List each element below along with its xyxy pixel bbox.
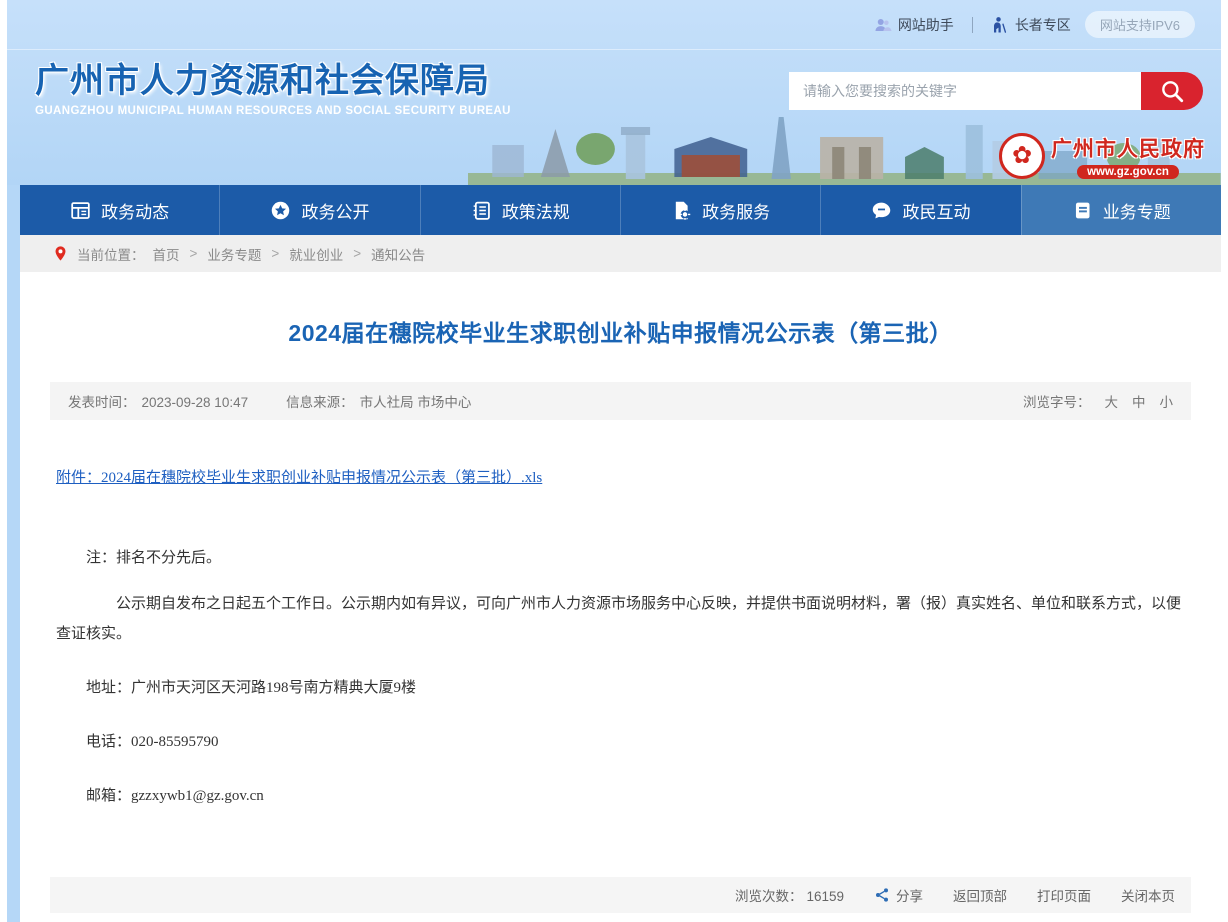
breadcrumb: 当前位置： 首页 > 业务专题 > 就业创业 > 通知公告 (20, 235, 1221, 272)
page: 网站助手 长者专区 网站支持IPV6 广州市人力资源和社会保障局 GUANGZH… (7, 0, 1221, 922)
close-page-button[interactable]: 关闭本页 (1121, 885, 1175, 905)
email-line: 邮箱：gzzxywb1@gz.gov.cn (56, 781, 1185, 811)
print-page-button[interactable]: 打印页面 (1037, 885, 1091, 905)
breadcrumb-jiuye-chuangye[interactable]: 就业创业 (289, 244, 343, 264)
article-footer-bar: 浏览次数：16159 分享 返回顶部 打印页面 关闭本页 (50, 877, 1191, 913)
nav-item-zhengwu-gongkai[interactable]: 政务公开 (219, 185, 419, 235)
nav-item-zhengwu-dongtai[interactable]: 政务动态 (20, 185, 219, 235)
nav-label: 政策法规 (502, 198, 570, 223)
attachment-row: 附件：2024届在穗院校毕业生求职创业补贴申报情况公示表（第三批）.xls (56, 466, 1185, 487)
search-box (789, 72, 1203, 110)
back-to-top-button[interactable]: 返回顶部 (953, 885, 1007, 905)
star-circle-icon (270, 200, 291, 221)
page-title: 2024届在穗院校毕业生求职创业补贴申报情况公示表（第三批） (20, 314, 1221, 348)
elder-person-icon (991, 16, 1009, 34)
main-paragraph: 公示期自发布之日起五个工作日。公示期内如有异议，可向广州市人力资源市场服务中心反… (56, 589, 1185, 649)
nav-label: 政务动态 (101, 198, 169, 223)
chat-bubble-icon (871, 200, 892, 221)
article-meta-left: 发表时间： 2023-09-28 10:47 信息来源： 市人社局 市场中心 (68, 391, 477, 411)
back-to-top-label: 返回顶部 (953, 885, 1007, 905)
law-book-icon (471, 200, 492, 221)
breadcrumb-home[interactable]: 首页 (153, 244, 180, 264)
search-icon (1159, 78, 1185, 104)
location-pin-icon (52, 245, 69, 262)
share-button[interactable]: 分享 (874, 885, 923, 905)
breadcrumb-label: 当前位置： (77, 244, 145, 264)
phone-line: 电话：020-85595790 (56, 727, 1185, 757)
gov-portal-title: 广州市人民政府 (1051, 133, 1205, 163)
site-subtitle: GUANGZHOU MUNICIPAL HUMAN RESOURCES AND … (35, 105, 511, 117)
nav-label: 政民互动 (902, 198, 970, 223)
publish-time-label: 发表时间： (68, 395, 136, 410)
breadcrumb-separator: > (353, 246, 361, 261)
main-container: 政务动态 政务公开 政策法规 政务服务 政民互动 业务专题 (20, 185, 1221, 922)
primary-nav: 政务动态 政务公开 政策法规 政务服务 政民互动 业务专题 (20, 185, 1221, 235)
font-size-controls: 浏览字号： 大 中 小 (1023, 391, 1173, 411)
font-size-small-button[interactable]: 小 (1160, 391, 1174, 411)
view-count-value: 16159 (806, 889, 844, 904)
nav-label: 政务公开 (301, 198, 369, 223)
nav-label: 政务服务 (702, 198, 770, 223)
site-assistant-link[interactable]: 网站助手 (874, 15, 954, 35)
gov-emblem-icon: ✿ (999, 133, 1045, 179)
gov-logo-texts: 广州市人民政府 www.gz.gov.cn (1051, 133, 1205, 179)
close-page-label: 关闭本页 (1121, 885, 1175, 905)
font-size-large-button[interactable]: 大 (1105, 391, 1119, 411)
note-paragraph: 注：排名不分先后。 (56, 543, 1185, 573)
gov-portal-url: www.gz.gov.cn (1077, 165, 1179, 179)
journal-icon (1072, 200, 1093, 221)
site-title: 广州市人力资源和社会保障局 (35, 62, 511, 101)
site-logo[interactable]: 广州市人力资源和社会保障局 GUANGZHOU MUNICIPAL HUMAN … (35, 62, 511, 117)
nav-item-zhengce-fagui[interactable]: 政策法规 (420, 185, 620, 235)
share-icon (874, 887, 890, 903)
breadcrumb-separator: > (190, 246, 198, 261)
gov-portal-logo[interactable]: ✿ 广州市人民政府 www.gz.gov.cn (999, 133, 1205, 179)
view-count-label: 浏览次数： (735, 889, 803, 904)
font-size-label: 浏览字号： (1023, 391, 1091, 411)
elder-zone-label: 长者专区 (1015, 15, 1071, 35)
topbar-divider (972, 17, 973, 33)
nav-item-zhengwu-fuwu[interactable]: 政务服务 (620, 185, 820, 235)
assistant-person-icon (874, 16, 892, 34)
article-meta-bar: 发表时间： 2023-09-28 10:47 信息来源： 市人社局 市场中心 浏览字号… (50, 382, 1191, 420)
font-size-medium-button[interactable]: 中 (1132, 391, 1146, 411)
header-main-row: 广州市人力资源和社会保障局 GUANGZHOU MUNICIPAL HUMAN … (7, 50, 1221, 117)
view-count: 浏览次数：16159 (731, 885, 844, 905)
publish-time-value: 2023-09-28 10:47 (142, 395, 249, 410)
article-content: 2024届在穗院校毕业生求职创业补贴申报情况公示表（第三批） 发表时间： 2023… (20, 272, 1221, 922)
site-assistant-label: 网站助手 (898, 15, 954, 35)
breadcrumb-separator: > (271, 246, 279, 261)
search-button[interactable] (1141, 72, 1203, 110)
source-label: 信息来源： (286, 395, 354, 410)
ipv6-badge: 网站支持IPV6 (1085, 11, 1195, 38)
share-label: 分享 (896, 885, 923, 905)
article-body: 注：排名不分先后。 公示期自发布之日起五个工作日。公示期内如有异议，可向广州市人… (20, 487, 1221, 811)
site-header: 网站助手 长者专区 网站支持IPV6 广州市人力资源和社会保障局 GUANGZH… (7, 0, 1221, 185)
address-line: 地址：广州市天河区天河路198号南方精典大厦9楼 (56, 673, 1185, 703)
nav-item-zhengmin-hudong[interactable]: 政民互动 (820, 185, 1020, 235)
source-value: 市人社局 市场中心 (360, 395, 472, 410)
print-page-label: 打印页面 (1037, 885, 1091, 905)
utility-topbar: 网站助手 长者专区 网站支持IPV6 (7, 0, 1221, 50)
document-gear-icon (671, 200, 692, 221)
search-input[interactable] (789, 72, 1141, 110)
nav-item-yewu-zhuanti[interactable]: 业务专题 (1021, 185, 1221, 235)
nav-label: 业务专题 (1103, 198, 1171, 223)
breadcrumb-tongzhi-gonggao[interactable]: 通知公告 (371, 244, 425, 264)
breadcrumb-yewu-zhuanti[interactable]: 业务专题 (207, 244, 261, 264)
news-layout-icon (70, 200, 91, 221)
attachment-link[interactable]: 附件：2024届在穗院校毕业生求职创业补贴申报情况公示表（第三批）.xls (56, 470, 542, 486)
elder-zone-link[interactable]: 长者专区 (991, 15, 1071, 35)
